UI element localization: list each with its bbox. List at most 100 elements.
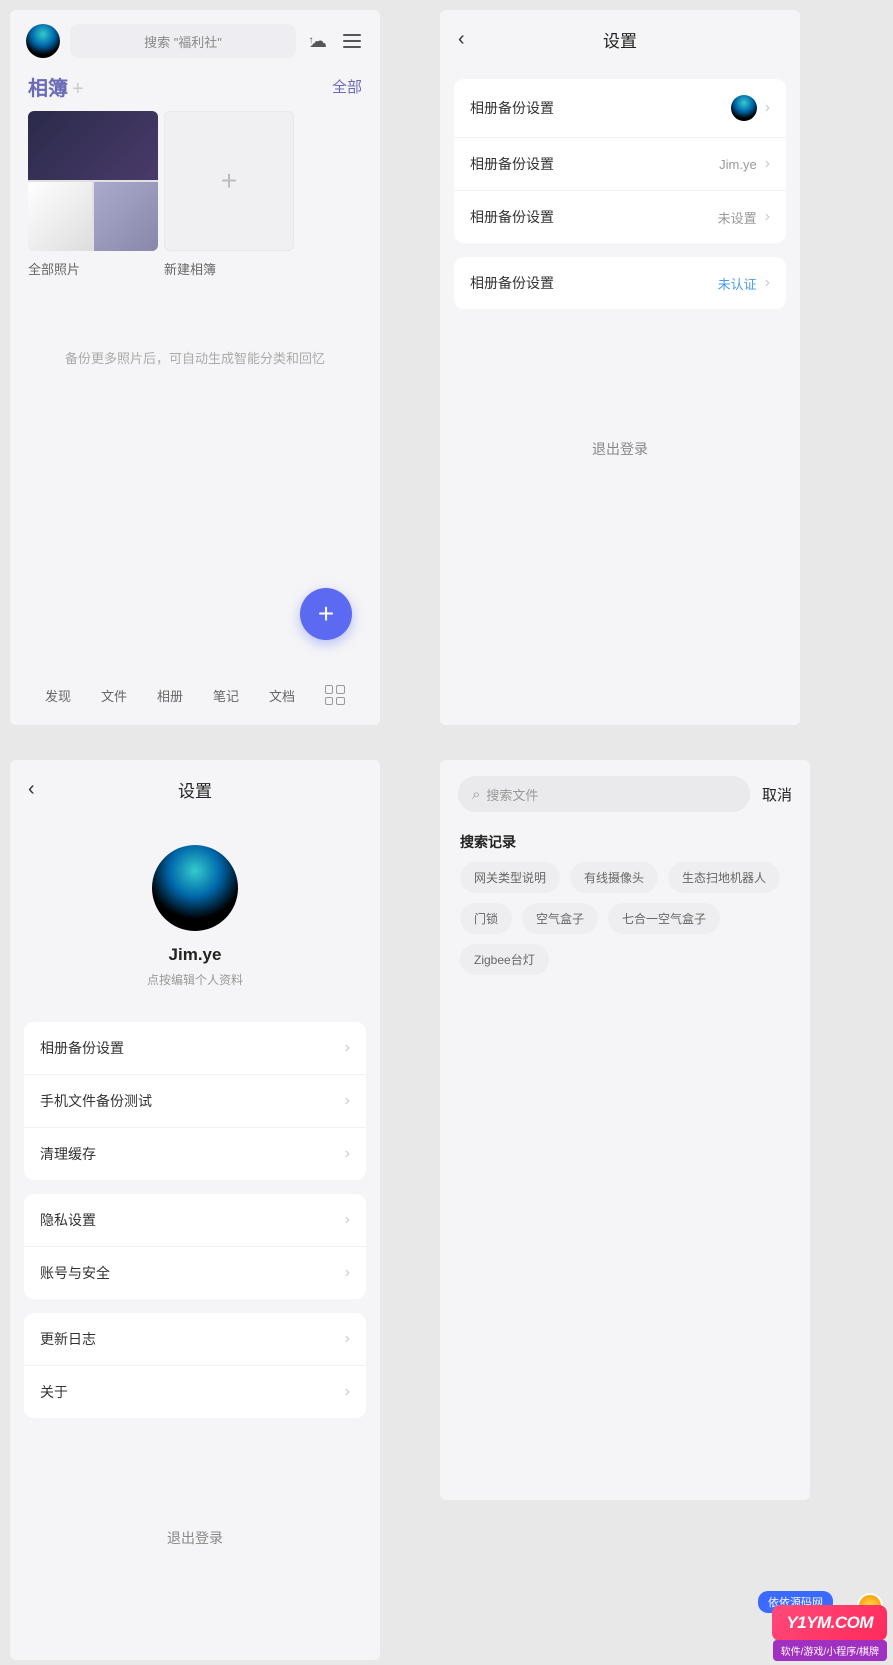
profile-subtitle: 点按编辑个人资料 — [10, 971, 380, 988]
watermark-top: 依依源码网 — [758, 1591, 833, 1613]
setting-row-backup[interactable]: 相册备份设置 › — [24, 1022, 366, 1075]
view-all-link[interactable]: 全部 — [332, 76, 362, 97]
row-label: 更新日志 — [40, 1329, 96, 1349]
settings-group: 隐私设置 › 账号与安全 › — [24, 1194, 366, 1299]
album-label: 新建相簿 — [164, 259, 294, 278]
setting-row-changelog[interactable]: 更新日志 › — [24, 1313, 366, 1366]
chevron-right-icon: › — [345, 1092, 350, 1110]
row-label: 相册备份设置 — [470, 98, 554, 118]
chip-item[interactable]: 网关类型说明 — [460, 862, 560, 893]
row-value: › — [731, 95, 770, 121]
search-screen: 搜索文件 取消 搜索记录 网关类型说明 有线摄像头 生态扫地机器人 门锁 空气盒… — [440, 760, 810, 1500]
watermark-sub: 软件/游戏/小程序/棋牌 — [773, 1640, 887, 1661]
setting-row-backup-user[interactable]: 相册备份设置 Jim.ye› — [454, 138, 786, 191]
album-label: 全部照片 — [28, 259, 158, 278]
row-label: 隐私设置 — [40, 1210, 96, 1230]
row-label: 相册备份设置 — [40, 1038, 124, 1058]
row-label: 清理缓存 — [40, 1144, 96, 1164]
chevron-right-icon: › — [345, 1383, 350, 1401]
chip-item[interactable]: 生态扫地机器人 — [668, 862, 780, 893]
settings-group: 更新日志 › 关于 › — [24, 1313, 366, 1418]
chip-item[interactable]: Zigbee台灯 — [460, 944, 549, 975]
row-label: 账号与安全 — [40, 1263, 110, 1283]
row-label: 关于 — [40, 1382, 68, 1402]
tab-albums[interactable]: 相册 — [157, 686, 183, 705]
tab-files[interactable]: 文件 — [101, 686, 127, 705]
header: ‹ 设置 — [440, 10, 800, 65]
plus-icon[interactable]: + — [72, 78, 84, 100]
history-title: 搜索记录 — [440, 828, 810, 862]
profile-block[interactable]: Jim.ye 点按编辑个人资料 — [10, 815, 380, 1008]
row-label: 手机文件备份测试 — [40, 1091, 152, 1111]
setting-row-privacy[interactable]: 隐私设置 › — [24, 1194, 366, 1247]
header: ‹ 设置 — [10, 760, 380, 815]
chevron-right-icon: › — [345, 1039, 350, 1057]
search-header: 搜索文件 取消 — [440, 760, 810, 828]
settings-group: 相册备份设置 未认证› — [454, 257, 786, 309]
page-title: 设置 — [10, 777, 380, 802]
fab-add-button[interactable]: + — [300, 588, 352, 640]
add-icon: + — [164, 111, 294, 251]
chevron-right-icon: › — [345, 1211, 350, 1229]
profile-name: Jim.ye — [10, 945, 380, 965]
chip-item[interactable]: 七合一空气盒子 — [608, 903, 720, 934]
album-screen: 搜索 "福利社" 相簿+ 全部 全部照片 + 新建相簿 备份更多照片后，可自动生… — [10, 10, 380, 725]
page-title: 设置 — [440, 27, 800, 52]
row-value: 未设置› — [718, 208, 770, 227]
chevron-right-icon: › — [765, 155, 770, 173]
setting-row-account[interactable]: 账号与安全 › — [24, 1247, 366, 1299]
row-value: 未认证› — [718, 274, 770, 293]
setting-row-file-backup[interactable]: 手机文件备份测试 › — [24, 1075, 366, 1128]
row-value: Jim.ye› — [719, 155, 770, 173]
settings-group: 相册备份设置 › 相册备份设置 Jim.ye› 相册备份设置 未设置› — [454, 79, 786, 243]
section-title: 相簿+ — [28, 72, 84, 101]
header: 搜索 "福利社" — [10, 10, 380, 72]
tab-docs[interactable]: 文档 — [269, 686, 295, 705]
setting-row-backup-avatar[interactable]: 相册备份设置 › — [454, 79, 786, 138]
chip-item[interactable]: 空气盒子 — [522, 903, 598, 934]
logout-button[interactable]: 退出登录 — [10, 1498, 380, 1578]
avatar-icon — [731, 95, 757, 121]
search-input[interactable]: 搜索 "福利社" — [70, 24, 296, 58]
chevron-right-icon: › — [345, 1264, 350, 1282]
setting-row-clear-cache[interactable]: 清理缓存 › — [24, 1128, 366, 1180]
chip-item[interactable]: 门锁 — [460, 903, 512, 934]
history-chips: 网关类型说明 有线摄像头 生态扫地机器人 门锁 空气盒子 七合一空气盒子 Zig… — [440, 862, 810, 975]
avatar — [152, 845, 238, 931]
grid-icon[interactable] — [325, 685, 345, 705]
chevron-right-icon: › — [765, 99, 770, 117]
watermark: 依依源码网 Y1YM.COM 软件/游戏/小程序/棋牌 — [683, 1595, 893, 1665]
avatar[interactable] — [26, 24, 60, 58]
chevron-right-icon: › — [765, 274, 770, 292]
cancel-button[interactable]: 取消 — [762, 784, 792, 805]
tab-bar: 发现 文件 相册 笔记 文档 — [10, 665, 380, 725]
chip-item[interactable]: 有线摄像头 — [570, 862, 658, 893]
album-all-photos[interactable]: 全部照片 — [28, 111, 158, 278]
setting-row-backup-verify[interactable]: 相册备份设置 未认证› — [454, 257, 786, 309]
chevron-right-icon: › — [345, 1330, 350, 1348]
chevron-right-icon: › — [345, 1145, 350, 1163]
logout-button[interactable]: 退出登录 — [440, 409, 800, 489]
menu-icon[interactable] — [340, 29, 364, 53]
tab-discover[interactable]: 发现 — [45, 686, 71, 705]
setting-row-about[interactable]: 关于 › — [24, 1366, 366, 1418]
album-thumbnail — [28, 111, 158, 251]
settings-group: 相册备份设置 › 手机文件备份测试 › 清理缓存 › — [24, 1022, 366, 1180]
row-label: 相册备份设置 — [470, 273, 554, 293]
chevron-right-icon: › — [765, 208, 770, 226]
settings-profile-screen: ‹ 设置 Jim.ye 点按编辑个人资料 相册备份设置 › 手机文件备份测试 › 清… — [10, 760, 380, 1660]
album-new[interactable]: + 新建相簿 — [164, 111, 294, 278]
watermark-main: Y1YM.COM — [772, 1605, 887, 1641]
search-input[interactable]: 搜索文件 — [458, 776, 750, 812]
tab-notes[interactable]: 笔记 — [213, 686, 239, 705]
settings-detail-screen: ‹ 设置 相册备份设置 › 相册备份设置 Jim.ye› 相册备份设置 未设置›… — [440, 10, 800, 725]
row-label: 相册备份设置 — [470, 154, 554, 174]
cloud-upload-icon[interactable] — [306, 29, 330, 53]
album-grid: 全部照片 + 新建相簿 — [10, 111, 380, 278]
row-label: 相册备份设置 — [470, 207, 554, 227]
search-icon — [472, 786, 480, 803]
backup-hint: 备份更多照片后，可自动生成智能分类和回忆 — [10, 348, 380, 367]
watermark-badge-icon — [857, 1593, 883, 1619]
setting-row-backup-unset[interactable]: 相册备份设置 未设置› — [454, 191, 786, 243]
section-header: 相簿+ 全部 — [10, 72, 380, 111]
